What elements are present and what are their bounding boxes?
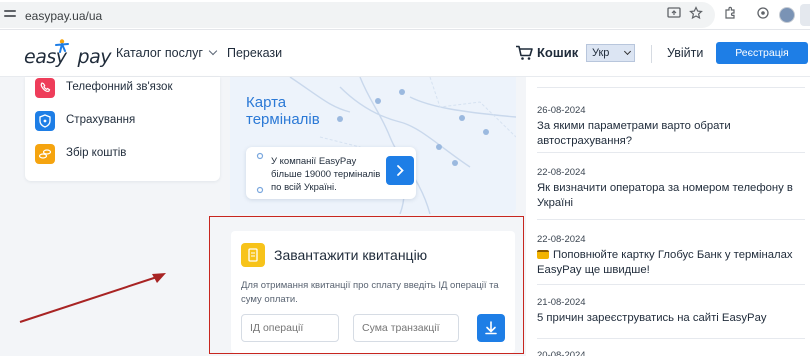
- chevron-down-icon: [208, 46, 218, 56]
- cart-icon: [516, 45, 533, 60]
- map-info-line: У компанії EasyPay: [271, 156, 357, 167]
- avatar[interactable]: [779, 7, 795, 23]
- news-date: 20-08-2024: [537, 350, 586, 356]
- map-pin-icon: [256, 186, 264, 194]
- terminal-map-card[interactable]: Карта терміналів У компанії EasyPay біль…: [230, 77, 516, 214]
- news-separator: [537, 219, 805, 220]
- login-link[interactable]: Увійти: [667, 46, 703, 60]
- star-icon[interactable]: [688, 6, 704, 22]
- chevron-right-icon: [397, 165, 404, 176]
- news-list: 26-08-2024 За якими параметрами варто об…: [526, 77, 810, 356]
- coins-icon: [35, 144, 55, 164]
- nav-transfers[interactable]: Перекази: [227, 46, 282, 60]
- news-date: 22-08-2024: [537, 234, 586, 245]
- address-bar[interactable]: easypay.ua/ua: [0, 2, 715, 28]
- news-title[interactable]: Поповнюйте картку Глобус Банк у термінал…: [537, 248, 805, 277]
- news-item[interactable]: 21-08-2024 5 причин зареєструватись на с…: [537, 297, 805, 326]
- category-label: Телефонний зв'язок: [66, 81, 173, 93]
- news-date: 21-08-2024: [537, 297, 586, 308]
- cart-label: Кошик: [537, 45, 579, 60]
- map-info-line: по всій Україні.: [271, 182, 337, 193]
- tune-icon[interactable]: [4, 10, 16, 20]
- screen-share-icon[interactable]: [666, 6, 682, 22]
- extension-icon[interactable]: [722, 6, 738, 22]
- category-list: Телефонний зв'язок Страхування Збір кошт…: [25, 77, 220, 181]
- news-title-text: Поповнюйте картку Глобус Банк у термінал…: [537, 249, 793, 276]
- news-title[interactable]: За якими параметрами варто обрати автост…: [537, 119, 805, 148]
- map-info-line: більше 19000 терміналів: [271, 169, 381, 180]
- language-select[interactable]: Укр: [586, 44, 635, 62]
- url-text[interactable]: easypay.ua/ua: [25, 9, 102, 23]
- map-pin-icon: [256, 152, 264, 160]
- chevron-down-icon: [623, 47, 632, 56]
- news-separator: [537, 284, 805, 285]
- kebab-menu-icon[interactable]: [800, 4, 810, 26]
- news-item[interactable]: 22-08-2024 Поповнюйте картку Глобус Банк…: [537, 234, 805, 277]
- news-item[interactable]: 20-08-2024: [537, 350, 805, 356]
- shield-icon: [35, 111, 55, 131]
- map-open-button[interactable]: [386, 156, 414, 185]
- phone-icon: [35, 78, 55, 98]
- news-date: 26-08-2024: [537, 105, 586, 116]
- header-divider: [651, 45, 652, 63]
- register-button[interactable]: Реєстрація: [716, 42, 808, 64]
- logo-figure-icon: [55, 39, 69, 53]
- news-title[interactable]: Як визначити оператора за номером телефо…: [537, 181, 805, 210]
- category-label: Збір коштів: [66, 147, 127, 159]
- site-header: easy pay Каталог послуг Перекази Кошик У…: [0, 30, 810, 77]
- nav-transfers-label: Перекази: [227, 46, 283, 60]
- cart-button[interactable]: Кошик: [515, 45, 578, 60]
- nav-catalog[interactable]: Каталог послуг: [116, 46, 218, 60]
- nav-catalog-label: Каталог послуг: [116, 46, 203, 60]
- map-title-line: терміналів: [246, 111, 320, 128]
- language-value: Укр: [592, 47, 610, 59]
- category-label: Страхування: [66, 114, 136, 126]
- news-date: 22-08-2024: [537, 167, 586, 178]
- map-title-line: Карта: [246, 94, 287, 111]
- shield-icon[interactable]: [755, 6, 771, 22]
- news-item[interactable]: 26-08-2024 За якими параметрами варто об…: [537, 105, 805, 148]
- news-separator: [537, 338, 805, 339]
- map-title: Карта терміналів: [246, 94, 320, 128]
- browser-toolbar: easypay.ua/ua: [0, 0, 810, 30]
- news-title[interactable]: 5 причин зареєструватись на сайті EasyPa…: [537, 311, 805, 326]
- news-separator: [537, 152, 805, 153]
- news-separator: [537, 87, 805, 88]
- news-item[interactable]: 22-08-2024 Як визначити оператора за ном…: [537, 167, 805, 210]
- easypay-logo[interactable]: easy pay: [24, 39, 112, 68]
- credit-card-emoji: [537, 250, 549, 259]
- map-info-text: У компанії EasyPay більше 19000 термінал…: [271, 155, 380, 194]
- highlight-annotation: [209, 216, 524, 354]
